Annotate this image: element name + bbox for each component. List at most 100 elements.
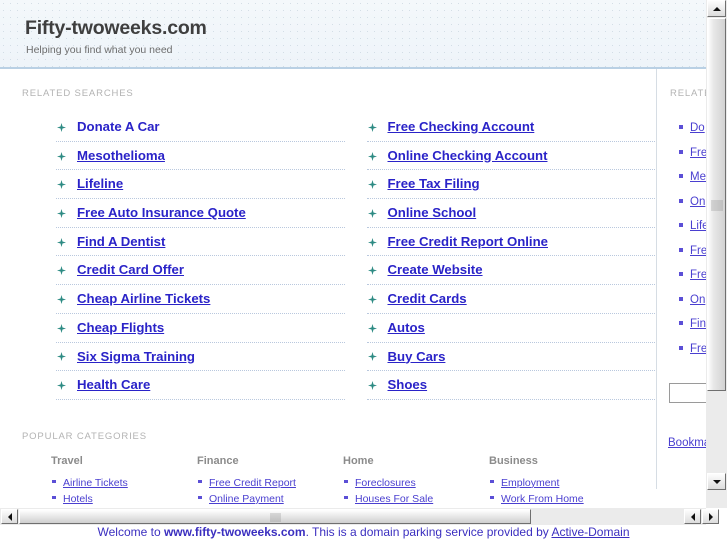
sidebar-list-item[interactable]: On [657, 287, 706, 312]
horizontal-scrollbar-thumb[interactable] [19, 509, 531, 524]
footer-provider-link[interactable]: Active-Domain [551, 525, 629, 539]
related-search-item[interactable]: Autos [366, 314, 655, 343]
bookmark-link[interactable]: Bookmark [668, 437, 706, 449]
related-search-item[interactable]: Six Sigma Training [56, 343, 345, 372]
related-search-link[interactable]: Free Tax Filing [388, 176, 480, 191]
sidebar-link[interactable]: Life [690, 220, 706, 232]
grip-icon [710, 199, 723, 211]
sidebar-list-item[interactable]: Me [657, 164, 706, 189]
related-search-item[interactable]: Buy Cars [366, 343, 655, 372]
sidebar-link[interactable]: Fre [690, 269, 706, 281]
scroll-left-button[interactable] [1, 509, 18, 524]
related-search-link[interactable]: Cheap Flights [77, 320, 164, 335]
sidebar-related-list: Do Fre Me On Life Fre Fre On Fin Fre [657, 99, 706, 360]
dot-bullet-icon [679, 125, 683, 130]
related-search-item[interactable]: Create Website [366, 256, 655, 286]
related-search-link[interactable]: Buy Cars [388, 349, 446, 364]
related-search-item[interactable]: Free Tax Filing [366, 170, 655, 200]
related-search-link[interactable]: Mesothelioma [77, 148, 165, 163]
main-column: RELATED SEARCHES Donate A Car Mesothelio… [0, 69, 655, 506]
category-item[interactable]: Online Payment [197, 490, 343, 506]
related-search-link[interactable]: Online Checking Account [388, 148, 548, 163]
sidebar-link[interactable]: Fin [690, 318, 706, 330]
category-group-travel: Travel Airline Tickets Hotels [51, 455, 197, 506]
category-link[interactable]: Airline Tickets [63, 477, 128, 489]
category-link[interactable]: Foreclosures [355, 477, 416, 489]
category-link[interactable]: Work From Home [501, 493, 584, 505]
related-search-item[interactable]: Free Checking Account [366, 113, 655, 142]
related-search-link[interactable]: Online School [388, 205, 477, 220]
related-search-item[interactable]: Online School [366, 199, 655, 228]
chevron-up-icon [712, 6, 721, 11]
sidebar-list-item[interactable]: Fre [657, 262, 706, 287]
related-search-link[interactable]: Credit Card Offer [77, 262, 184, 277]
category-link[interactable]: Online Payment [209, 493, 284, 505]
related-search-item[interactable]: Mesothelioma [56, 142, 345, 171]
related-search-item[interactable]: Credit Cards [366, 285, 655, 314]
footer-bar: Welcome to www.fifty-twoweeks.com. This … [0, 525, 727, 545]
search-input[interactable] [669, 383, 706, 403]
related-search-item[interactable]: Health Care [56, 371, 345, 400]
category-item[interactable]: Foreclosures [343, 474, 489, 490]
related-search-item[interactable]: Lifeline [56, 170, 345, 200]
category-link[interactable]: Free Credit Report [209, 477, 296, 489]
category-item[interactable]: Houses For Sale [343, 490, 489, 506]
vertical-scrollbar-thumb[interactable] [707, 18, 726, 391]
sidebar-link[interactable]: Fre [690, 147, 706, 159]
category-item[interactable]: Free Credit Report [197, 474, 343, 490]
related-search-link[interactable]: Autos [388, 320, 425, 335]
category-item[interactable]: Hotels [51, 490, 197, 506]
sidebar-list-item[interactable]: Do [657, 115, 706, 140]
related-search-item[interactable]: Free Auto Insurance Quote [56, 199, 345, 228]
sidebar-link[interactable]: Fre [690, 245, 706, 257]
category-group-home: Home Foreclosures Houses For Sale [343, 455, 489, 506]
related-search-link[interactable]: Health Care [77, 377, 150, 392]
related-search-link[interactable]: Donate A Car [77, 119, 160, 134]
related-search-item[interactable]: Cheap Flights [56, 314, 345, 343]
related-search-link[interactable]: Credit Cards [388, 291, 467, 306]
related-search-link[interactable]: Free Auto Insurance Quote [77, 205, 246, 220]
related-search-item[interactable]: Find A Dentist [56, 228, 345, 257]
sidebar-list-item[interactable]: Fre [657, 238, 706, 263]
category-item[interactable]: Airline Tickets [51, 474, 197, 490]
related-search-link[interactable]: Lifeline [77, 176, 123, 191]
category-link[interactable]: Employment [501, 477, 559, 489]
category-link[interactable]: Hotels [63, 493, 93, 505]
related-search-link[interactable]: Create Website [388, 262, 483, 277]
sidebar-list-item[interactable]: Life [657, 213, 706, 238]
sidebar-list-item[interactable]: Fre [657, 336, 706, 361]
star-bullet-icon [57, 208, 66, 218]
related-search-item[interactable]: Shoes [366, 371, 655, 400]
sidebar-link[interactable]: On [690, 196, 705, 208]
related-search-link[interactable]: Free Checking Account [388, 119, 535, 134]
related-searches-label: RELATED SEARCHES [22, 88, 134, 99]
related-search-link[interactable]: Free Credit Report Online [388, 234, 548, 249]
star-bullet-icon [57, 381, 66, 391]
popular-categories-label: POPULAR CATEGORIES [22, 430, 147, 442]
category-item[interactable]: Employment [489, 474, 635, 490]
sidebar-link[interactable]: Fre [690, 343, 706, 355]
category-link[interactable]: Houses For Sale [355, 493, 433, 505]
related-search-item[interactable]: Online Checking Account [366, 142, 655, 171]
related-search-item[interactable]: Cheap Airline Tickets [56, 285, 345, 314]
sidebar-link[interactable]: Me [690, 171, 706, 183]
popular-categories-section: POPULAR CATEGORIES Travel Airline Ticket… [0, 400, 655, 506]
scroll-up-button[interactable] [707, 0, 726, 17]
corner-scroll-left-button[interactable] [684, 509, 701, 524]
sidebar-list-item[interactable]: Fre [657, 140, 706, 165]
related-search-link[interactable]: Find A Dentist [77, 234, 165, 249]
related-search-item[interactable]: Credit Card Offer [56, 256, 345, 286]
related-search-item[interactable]: Donate A Car [56, 113, 345, 142]
related-search-link[interactable]: Cheap Airline Tickets [77, 291, 210, 306]
corner-scroll-right-button[interactable] [702, 509, 719, 524]
sidebar-link[interactable]: Do [690, 122, 705, 134]
scroll-down-button[interactable] [707, 473, 726, 490]
related-search-item[interactable]: Free Credit Report Online [366, 228, 655, 257]
star-bullet-icon [367, 151, 377, 161]
related-search-link[interactable]: Shoes [388, 377, 428, 392]
sidebar-link[interactable]: On [690, 294, 705, 306]
sidebar-list-item[interactable]: On [657, 189, 706, 214]
sidebar-list-item[interactable]: Fin [657, 311, 706, 336]
related-search-link[interactable]: Six Sigma Training [77, 349, 195, 364]
category-item[interactable]: Work From Home [489, 490, 635, 506]
